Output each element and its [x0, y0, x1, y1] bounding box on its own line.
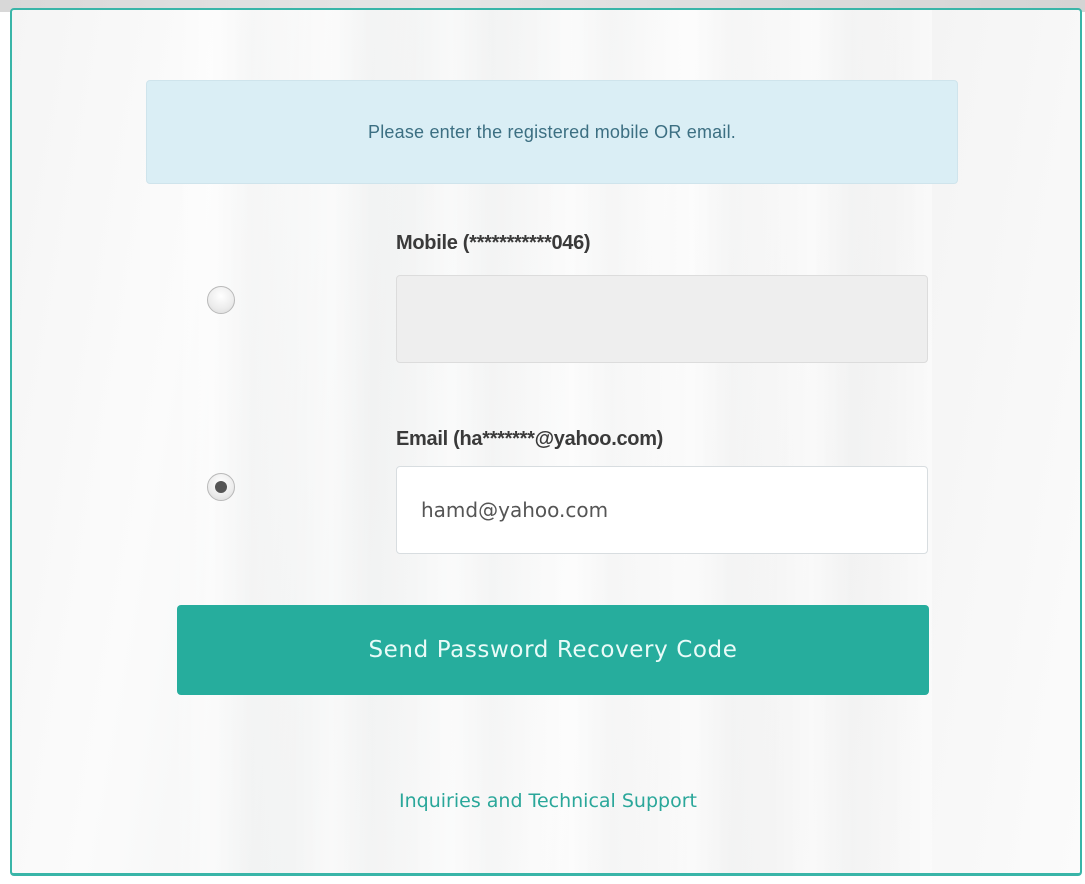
info-notice: Please enter the registered mobile OR em…: [146, 80, 958, 184]
recovery-card: Please enter the registered mobile OR em…: [10, 8, 1082, 876]
mobile-input[interactable]: [396, 275, 928, 363]
mobile-label: Mobile (***********046): [396, 232, 591, 254]
notice-text: Please enter the registered mobile OR em…: [368, 121, 736, 142]
support-link[interactable]: Inquiries and Technical Support: [12, 790, 1080, 812]
send-recovery-code-button[interactable]: Send Password Recovery Code: [177, 605, 929, 695]
email-radio[interactable]: [207, 473, 235, 501]
email-label: Email (ha*******@yahoo.com): [396, 428, 664, 450]
page: Please enter the registered mobile OR em…: [0, 0, 1085, 884]
email-input[interactable]: [396, 466, 928, 554]
mobile-radio[interactable]: [207, 286, 235, 314]
radio-selected-dot: [215, 481, 227, 493]
